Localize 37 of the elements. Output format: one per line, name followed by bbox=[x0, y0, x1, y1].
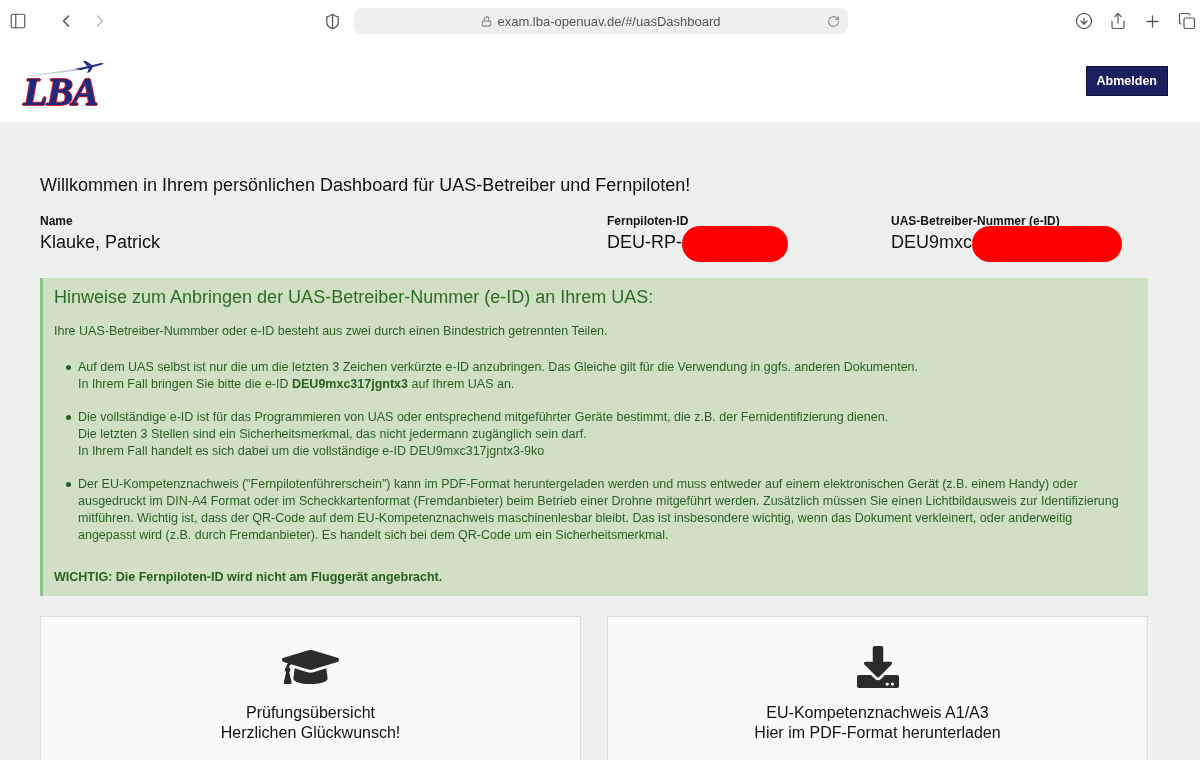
sidebar-icon bbox=[9, 12, 27, 30]
address-field[interactable]: exam.lba-openuav.de/#/uasDashboard bbox=[354, 8, 848, 34]
tabs-icon bbox=[1178, 12, 1196, 30]
card-title: Prüfungsübersicht bbox=[246, 703, 375, 723]
download-button[interactable] bbox=[1075, 12, 1093, 30]
bullet-icon bbox=[66, 365, 71, 370]
field-value: DEU9mxc bbox=[891, 231, 972, 253]
bullet-icon bbox=[66, 415, 71, 420]
reload-icon[interactable] bbox=[827, 14, 840, 28]
url-text: exam.lba-openuav.de/#/uasDashboard bbox=[497, 13, 721, 29]
field-value: DEU-RP- bbox=[607, 231, 682, 253]
hint-text: Auf dem UAS selbst ist nur die um die letzten 3 Zeichen verkürzte e-ID anzubringen. Das Gleiche gilt für die Verwendung in ggfs. anderen Dokumenten. In Ihrem Fall bringen Sie bitte die e-ID DEU9mxc317jgntx3 auf Ihrem UAS an. bbox=[78, 359, 919, 393]
card-subtitle: Hier im PDF-Format herunterladen bbox=[754, 723, 1001, 743]
download-icon bbox=[856, 646, 899, 688]
logout-button[interactable]: Abmelden bbox=[1085, 66, 1168, 96]
dashboard-card[interactable]: Prüfungsübersicht Herzlichen Glückwunsch! bbox=[40, 616, 581, 760]
share-button[interactable] bbox=[1109, 12, 1127, 30]
share-icon bbox=[1109, 12, 1127, 30]
tabs-button[interactable] bbox=[1178, 12, 1196, 30]
sidebar-button[interactable] bbox=[9, 12, 27, 30]
lock-icon bbox=[481, 15, 493, 27]
warning-text: WICHTIG: Die Fernpiloten-ID wird nicht am Fluggerät angebracht. bbox=[54, 569, 444, 586]
hint-title: Hinweise zum Anbringen der UAS-Betreiber-Nummer (e-ID) an Ihrem UAS: bbox=[54, 286, 655, 308]
bullet-icon bbox=[66, 482, 71, 487]
hint-text: Der EU-Kompetenznachweis ("Fernpilotenführerschein") kann im PDF-Format heruntergeladen werden und muss entweder auf einem elektronischen Gerät (z.B. einem Handy) oder ausgedruckt im DIN-A4 Format oder im Scheckkartenformat (Fremdanbieter) beim Betrieb einer Drohne mitgeführt werden. Zusätzlich müssen Sie einen Lichtbildausweis zur Identifizierung mitführen. Wichtig ist, dass der QR-Code auf dem EU-Kompetenznachweis maschinenlesbar bleibt. Das ist insbesondere wichtig, wenn das Dokument verkleinert, oder anderweitig angepasst wird (z.B. durch Fremdanbieter). Es handelt sich bei dem QR-Code um ein Sicherheitsmerkmal. bbox=[78, 476, 1120, 544]
shield-icon bbox=[323, 12, 341, 30]
field-label: Fernpiloten-ID bbox=[607, 214, 689, 228]
welcome-heading: Willkommen in Ihrem persönlichen Dashboard für UAS-Betreiber und Fernpiloten! bbox=[40, 174, 692, 196]
hint-intro: Ihre UAS-Betreiber-Nummber oder e-ID besteht aus zwei durch einen Bindestrich getrennten Teilen. bbox=[54, 323, 609, 340]
field-value: Klauke, Patrick bbox=[40, 231, 161, 253]
card-title: EU-Kompetenznachweis A1/A3 bbox=[766, 703, 989, 723]
card-subtitle: Herzlichen Glückwunsch! bbox=[220, 723, 401, 743]
dashboard-card[interactable]: EU-Kompetenznachweis A1/A3 Hier im PDF-Format herunterladen bbox=[607, 616, 1148, 760]
logo-text: LBA bbox=[23, 75, 98, 107]
field-label: Name bbox=[40, 214, 73, 228]
download-circle-icon bbox=[1075, 12, 1093, 30]
hint-text: Die vollständige e-ID ist für das Programmieren von UAS oder entsprechend mitgeführter Geräte bestimmt, die z.B. der Fernidentifizierung dienen. Die letzten 3 Stellen sind ein Sicherheitsmerkmal, das nicht jedermann zugänglich sein darf. In Ihrem Fall handelt es sich dabei um die vollständige e-ID DEU9mxc317jgntx3-9ko bbox=[78, 409, 889, 460]
